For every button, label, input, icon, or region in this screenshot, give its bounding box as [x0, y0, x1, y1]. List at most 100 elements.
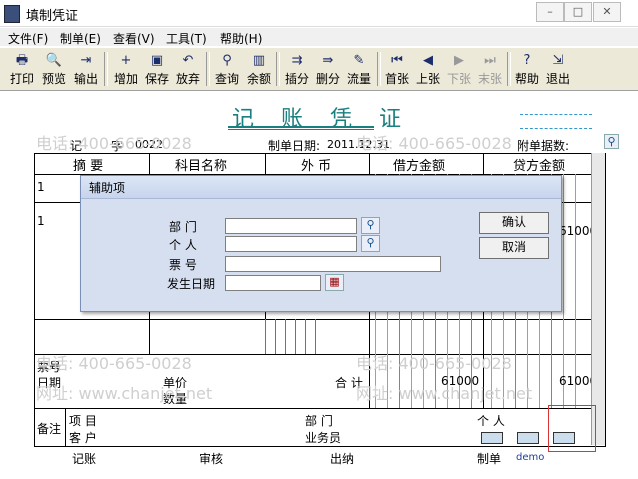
person-search-icon[interactable]: ⚲ [361, 235, 380, 252]
exit-icon: ⇲ [552, 53, 564, 68]
title-underline [228, 126, 374, 128]
maker-name: demo [516, 452, 545, 463]
close-button[interactable]: ✕ [593, 2, 621, 22]
digit-line [265, 319, 266, 354]
grid-line [65, 408, 66, 446]
cash-flow-button[interactable]: ✎ 流量 [343, 50, 375, 90]
date-field-label: 发生日期 [167, 277, 216, 291]
first-voucher-button[interactable]: ⏮ 首张 [381, 50, 413, 90]
title-underline-2 [228, 129, 374, 130]
menu-voucher[interactable]: 制单(E) [60, 30, 101, 47]
watermark: 电话: 400-665-0028 [356, 354, 512, 373]
attachments-label: 附单据数: [517, 139, 570, 153]
add-icon: + [120, 53, 132, 68]
column-credit: 贷方金额 [513, 159, 566, 174]
print-button[interactable]: 🖶 打印 [6, 50, 38, 90]
column-summary: 摘 要 [73, 159, 104, 174]
department-search-icon[interactable]: ⚲ [361, 217, 380, 234]
next-icon: ▶ [454, 53, 464, 68]
customer-label: 客 户 [69, 431, 97, 445]
department-field-label: 部 门 [169, 220, 197, 234]
save-button[interactable]: ▣ 保存 [141, 50, 173, 90]
preview-icon: 🔍 [45, 53, 63, 68]
table-header: 摘 要 科目名称 外 币 借方金额 贷方金额 [35, 154, 605, 174]
exit-button[interactable]: ⇲ 退出 [542, 50, 574, 90]
watermark: 网址: www.chanjet.net [356, 384, 533, 403]
column-debit: 借方金额 [393, 159, 446, 174]
document-icon[interactable] [517, 432, 539, 444]
menu-view[interactable]: 查看(V) [113, 30, 155, 47]
row-index[interactable]: 1 [37, 214, 45, 228]
person-field-label: 个 人 [169, 238, 197, 252]
balance-button[interactable]: ▥ 余额 [243, 50, 275, 90]
menu-tools[interactable]: 工具(T) [166, 30, 207, 47]
dialog-title-bar: 辅助项 [81, 176, 561, 199]
maximize-button[interactable]: □ [564, 2, 592, 22]
first-icon: ⏮ [391, 53, 403, 68]
window-title: 填制凭证 [26, 9, 79, 24]
bookkeeping-label: 记账 [72, 452, 97, 466]
discard-button[interactable]: ↶ 放弃 [172, 50, 204, 90]
dotted-line [520, 114, 592, 115]
watermark: 电话: 400-665-0028 [36, 134, 192, 153]
bill-number-input[interactable] [225, 256, 441, 272]
help-button[interactable]: ? 帮助 [511, 50, 543, 90]
voucher-window: 填制凭证 – □ ✕ 文件(F) 制单(E) 查看(V) 工具(T) 帮助(H)… [0, 0, 638, 479]
printer-icon: 🖶 [15, 53, 29, 68]
digit-line [575, 174, 576, 408]
query-button[interactable]: ⚲ 查询 [211, 50, 243, 90]
menu-file[interactable]: 文件(F) [8, 30, 48, 47]
department-input[interactable] [225, 218, 357, 234]
last-icon: ⏭ [484, 53, 496, 68]
flow-icon: ✎ [353, 53, 365, 68]
digit-line [305, 319, 306, 354]
review-label: 审核 [199, 452, 224, 466]
cancel-button[interactable]: 取消 [479, 237, 549, 259]
help-icon: ? [523, 53, 531, 68]
menu-help[interactable]: 帮助(H) [220, 30, 262, 47]
watermark: 电话: 400-665-0028 [36, 354, 192, 373]
highlight-box [548, 405, 596, 452]
insert-entry-button[interactable]: ⇉ 插分 [281, 50, 313, 90]
preview-button[interactable]: 🔍 预览 [38, 50, 70, 90]
watermark: 电话: 400-665-0028 [356, 134, 512, 153]
add-button[interactable]: + 增加 [110, 50, 142, 90]
delete-row-icon: ⇛ [322, 53, 334, 68]
next-voucher-button[interactable]: ▶ 下张 [443, 50, 475, 90]
title-bar: 填制凭证 – □ ✕ [0, 0, 638, 27]
insert-row-icon: ⇉ [291, 53, 303, 68]
column-foreign: 外 币 [301, 159, 332, 174]
toolbar-separator [206, 52, 210, 86]
date-input[interactable] [225, 275, 321, 291]
row-index[interactable]: 1 [37, 180, 45, 194]
binoculars-icon: ⚲ [222, 53, 232, 68]
person-label: 个 人 [477, 414, 505, 428]
dotted-line [520, 128, 592, 129]
column-account: 科目名称 [175, 159, 228, 174]
vertical-scrollbar[interactable] [591, 153, 605, 445]
date-label: 制单日期: [268, 139, 321, 153]
card-icon[interactable] [481, 432, 503, 444]
auxiliary-dialog: 辅助项 部 门 ⚲ 个 人 ⚲ 票 号 发生日期 ▦ 确认 取消 [80, 175, 562, 312]
digit-line [315, 319, 316, 354]
maker-label: 制单 [477, 452, 502, 466]
minimize-button[interactable]: – [536, 2, 564, 22]
toolbar-separator [276, 52, 280, 86]
app-icon [4, 5, 20, 23]
calendar-icon[interactable]: ▦ [325, 274, 344, 291]
magnifier-icon[interactable]: ⚲ [604, 134, 619, 149]
person-input[interactable] [225, 236, 357, 252]
digit-line [285, 319, 286, 354]
project-label: 项 目 [69, 414, 97, 428]
watermark: 网址: www.chanjet.net [36, 384, 213, 403]
bar-chart-icon: ▥ [252, 53, 266, 68]
save-icon: ▣ [150, 53, 164, 68]
ok-button[interactable]: 确认 [479, 212, 549, 234]
digit-line [275, 319, 276, 354]
delete-entry-button[interactable]: ⇛ 删分 [312, 50, 344, 90]
export-button[interactable]: ⇥ 输出 [70, 50, 102, 90]
last-voucher-button[interactable]: ⏭ 末张 [474, 50, 506, 90]
bill-number-field-label: 票 号 [169, 258, 197, 272]
previous-voucher-button[interactable]: ◀ 上张 [412, 50, 444, 90]
digit-line [563, 174, 564, 408]
